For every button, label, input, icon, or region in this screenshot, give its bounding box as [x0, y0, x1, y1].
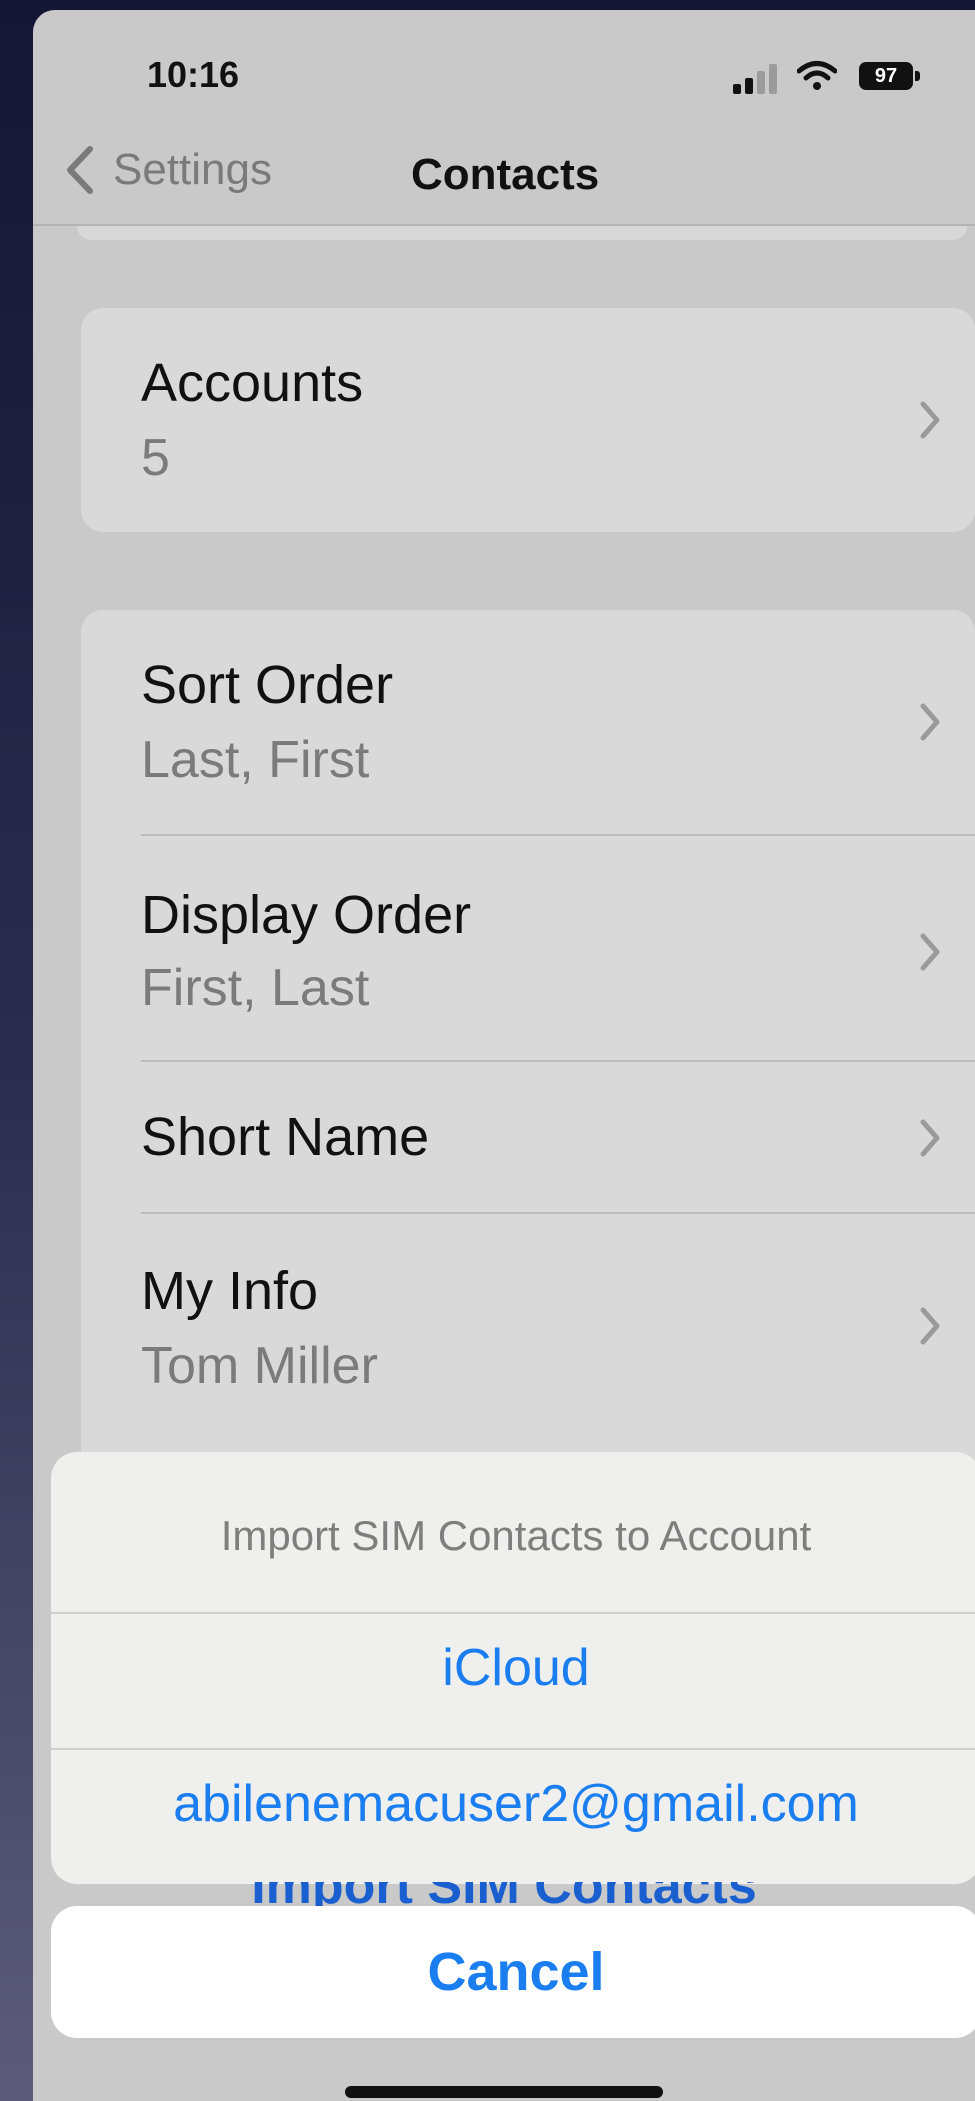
- page-title: Contacts: [411, 150, 600, 199]
- status-bar: 10:16 97: [33, 10, 975, 120]
- contacts-settings-group: Sort Order Last, First Display Order Fir…: [81, 610, 975, 1510]
- my-info-value: Tom Miller: [141, 1337, 378, 1395]
- display-order-row[interactable]: Display Order First, Last: [81, 836, 975, 1060]
- chevron-right-icon: [920, 933, 940, 971]
- display-order-title: Display Order: [141, 885, 472, 945]
- sheet-divider: [51, 1748, 975, 1750]
- chevron-right-icon: [920, 703, 940, 741]
- back-label: Settings: [113, 145, 272, 194]
- display-order-value: First, Last: [141, 959, 370, 1017]
- accounts-value: 5: [141, 429, 170, 487]
- gmail-account-option[interactable]: abilenemacuser2@gmail.com: [51, 1774, 975, 1834]
- chevron-right-icon: [920, 401, 940, 439]
- chevron-right-icon: [920, 1119, 940, 1157]
- icloud-option[interactable]: iCloud: [51, 1638, 975, 1698]
- cancel-button[interactable]: Cancel: [51, 1906, 975, 2038]
- short-name-title: Short Name: [141, 1107, 430, 1167]
- phone-screen: 10:16 97 Settings Contacts Accounts 5 So…: [33, 10, 975, 2101]
- battery-level: 97: [859, 62, 913, 90]
- action-sheet-title: Import SIM Contacts to Account: [220, 1512, 812, 1559]
- status-time: 10:16: [147, 54, 240, 95]
- action-sheet: Import SIM Contacts to Account iCloud ab…: [51, 1452, 975, 1884]
- wifi-icon: [797, 61, 837, 90]
- sheet-divider: [51, 1612, 975, 1614]
- previous-group-edge: [77, 226, 967, 240]
- accounts-title: Accounts: [141, 353, 364, 413]
- home-indicator[interactable]: [345, 2086, 663, 2098]
- chevron-right-icon: [920, 1307, 940, 1345]
- my-info-row[interactable]: My Info Tom Miller: [81, 1214, 975, 1438]
- chevron-left-icon: [67, 146, 93, 194]
- sort-order-value: Last, First: [141, 731, 370, 789]
- sort-order-row[interactable]: Sort Order Last, First: [81, 610, 975, 834]
- back-button[interactable]: Settings: [63, 142, 272, 198]
- accounts-group: Accounts 5: [81, 308, 975, 532]
- my-info-title: My Info: [141, 1261, 319, 1321]
- accounts-row[interactable]: Accounts 5: [81, 308, 975, 532]
- short-name-row[interactable]: Short Name: [81, 1062, 975, 1212]
- navigation-bar: Settings Contacts: [33, 120, 975, 226]
- sort-order-title: Sort Order: [141, 655, 394, 715]
- signal-icon: [733, 64, 777, 94]
- battery-icon: 97: [859, 62, 923, 90]
